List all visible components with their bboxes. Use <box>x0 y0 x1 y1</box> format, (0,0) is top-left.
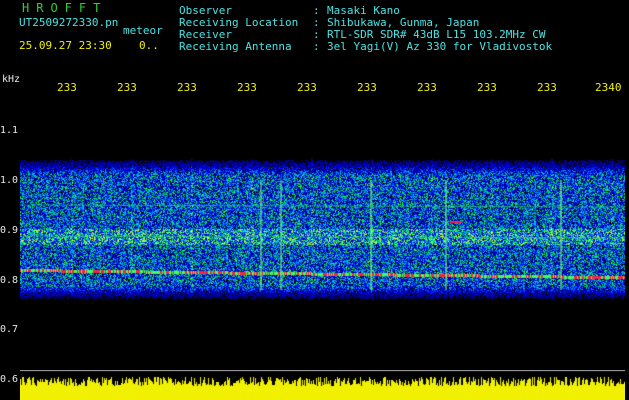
y-tick-label: 0.7 <box>0 324 19 335</box>
x-tick-label: 2340 <box>595 81 622 94</box>
y-tick-label: 1.0 <box>0 175 19 186</box>
antenna-label: Receiving Antenna <box>179 40 292 53</box>
filename-label: UT2509272330.pn <box>19 16 119 29</box>
x-tick-label: 233 <box>297 81 317 94</box>
x-tick-label: 233 <box>477 81 497 94</box>
counter-label: 0.. <box>139 39 159 52</box>
receiver-sep: : <box>313 28 320 41</box>
x-tick-label: 233 <box>417 81 437 94</box>
spectrogram <box>20 100 625 375</box>
datetime-label: 25.09.27 23:30 <box>19 39 112 52</box>
location-sep: : <box>313 16 320 29</box>
x-tick-label: 233 <box>357 81 377 94</box>
y-tick-label: 1.1 <box>0 125 19 136</box>
power-strip <box>20 370 625 400</box>
observer-value: Masaki Kano <box>327 4 400 17</box>
y-tick-label: 0.6 <box>0 374 19 385</box>
x-tick-label: 233 <box>117 81 137 94</box>
location-label: Receiving Location <box>179 16 299 29</box>
meteor-tag: meteor <box>123 24 163 37</box>
location-value: Shibukawa, Gunma, Japan <box>327 16 480 29</box>
observer-sep: : <box>313 4 320 17</box>
app-title: HROFFT <box>22 1 108 15</box>
x-tick-label: 233 <box>177 81 197 94</box>
antenna-sep: : <box>313 40 320 53</box>
observer-label: Observer <box>179 4 232 17</box>
y-tick-label: 0.9 <box>0 225 19 236</box>
receiver-label: Receiver <box>179 28 232 41</box>
y-tick-label: 0.8 <box>0 275 19 286</box>
y-axis-unit: kHz <box>2 74 21 85</box>
receiver-value: RTL-SDR SDR# 43dB L15 103.2MHz CW <box>327 28 546 41</box>
antenna-value: 3el Yagi(V) Az 330 for Vladivostok <box>327 40 553 53</box>
x-tick-label: 233 <box>537 81 557 94</box>
x-tick-label: 233 <box>57 81 77 94</box>
x-tick-label: 233 <box>237 81 257 94</box>
